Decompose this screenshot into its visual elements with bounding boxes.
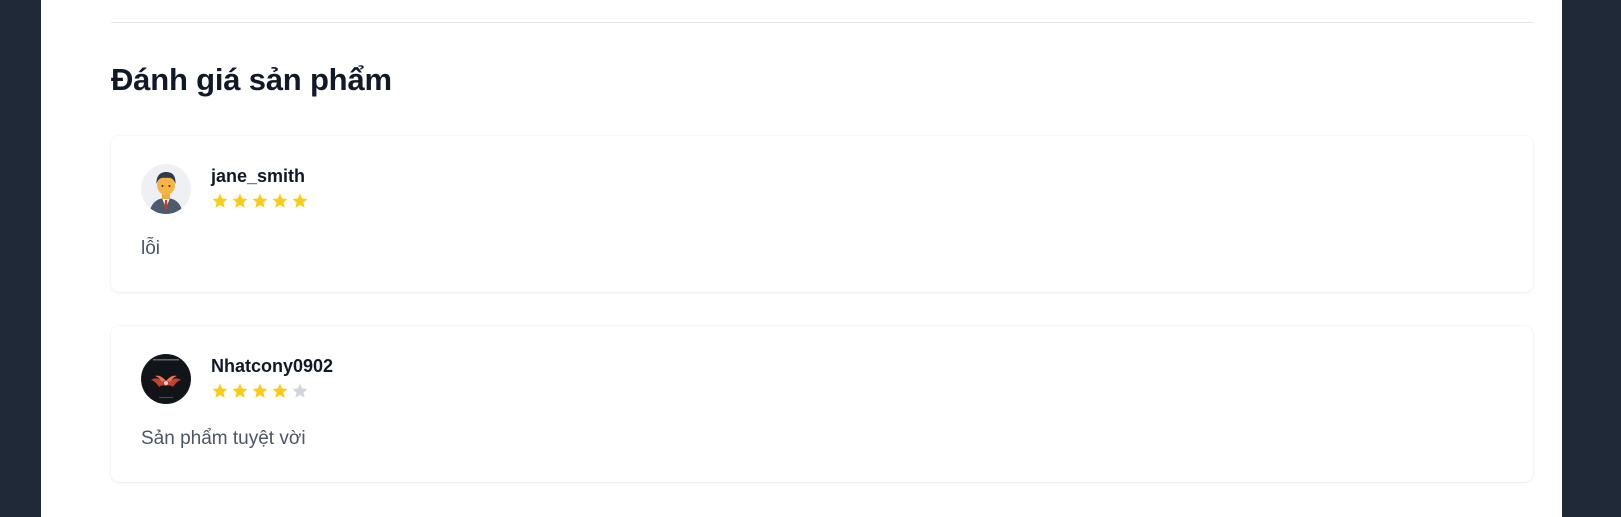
review-card: jane_smith lỗi	[111, 136, 1533, 292]
rating-stars	[211, 382, 309, 402]
star-filled-icon	[271, 192, 289, 210]
star-filled-icon	[211, 192, 229, 210]
reviewer-username: jane_smith	[211, 166, 306, 186]
star-filled-icon	[231, 382, 249, 400]
star-filled-icon	[251, 382, 269, 400]
star-filled-icon	[211, 382, 229, 400]
review-comment: lỗi	[141, 238, 161, 259]
star-filled-icon	[251, 192, 269, 210]
section-divider	[111, 22, 1533, 23]
reviews-section-title: Đánh giá sản phẩm	[111, 62, 392, 97]
dark-wings-avatar-icon	[141, 354, 191, 404]
review-card: Nhatcony0902 Sản phẩm tuyệt vời	[111, 326, 1533, 482]
rating-stars	[211, 192, 309, 212]
businessman-avatar-icon	[141, 164, 191, 214]
star-empty-icon	[291, 382, 309, 400]
star-filled-icon	[231, 192, 249, 210]
product-page: Đánh giá sản phẩm jane_smith lỗi Nhatcon…	[41, 0, 1562, 517]
star-filled-icon	[291, 192, 309, 210]
reviewer-username: Nhatcony0902	[211, 356, 334, 376]
star-filled-icon	[271, 382, 289, 400]
review-comment: Sản phẩm tuyệt vời	[141, 428, 306, 449]
